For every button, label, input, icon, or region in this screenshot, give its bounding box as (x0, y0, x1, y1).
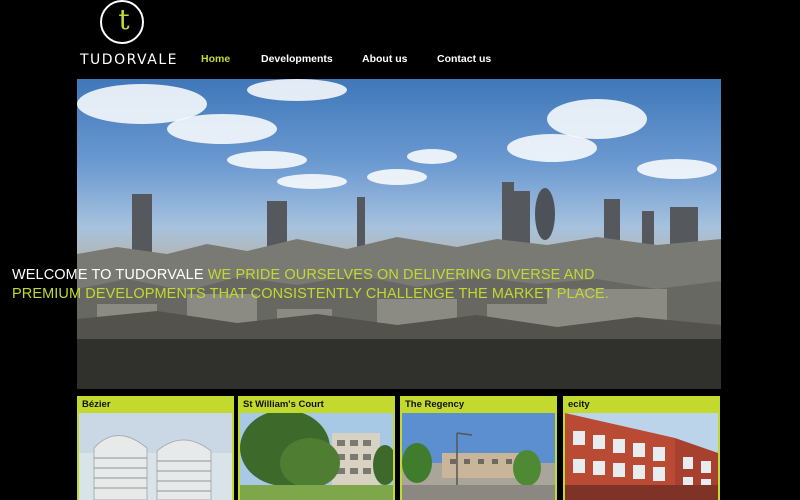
bezier-thumbnail (79, 413, 232, 500)
development-card-ecity[interactable]: ecity (563, 396, 720, 500)
hero-caption-lead: WELCOME TO TUDORVALE (12, 267, 204, 283)
nav-developments[interactable]: Developments (261, 53, 333, 65)
logo-monogram-letter: t (118, 3, 130, 36)
hero-banner (77, 79, 721, 389)
development-card-title: The Regency (405, 399, 465, 410)
the-regency-thumbnail (402, 413, 555, 500)
nav-contact-us[interactable]: Contact us (437, 53, 491, 65)
development-card-title: Bézier (82, 399, 111, 410)
development-card-title: ecity (568, 399, 590, 410)
ecity-thumbnail (565, 413, 718, 500)
st-williams-court-thumbnail (240, 413, 393, 500)
logo-monogram-circle: t (100, 0, 144, 44)
nav-about-us[interactable]: About us (362, 53, 408, 65)
nav-home[interactable]: Home (201, 53, 230, 65)
development-card-title: St William's Court (243, 399, 324, 410)
hero-caption: WELCOME TO TUDORVALE WE PRIDE OURSELVES … (12, 266, 642, 304)
development-card-bezier[interactable]: Bézier (77, 396, 234, 500)
development-card-st-williams-court[interactable]: St William's Court (238, 396, 395, 500)
hero-caption-band (77, 339, 721, 389)
logo-wordmark: TUDORVALE (80, 52, 178, 68)
development-card-the-regency[interactable]: The Regency (400, 396, 557, 500)
tudorvale-logo[interactable]: t TUDORVALE (80, 0, 176, 72)
